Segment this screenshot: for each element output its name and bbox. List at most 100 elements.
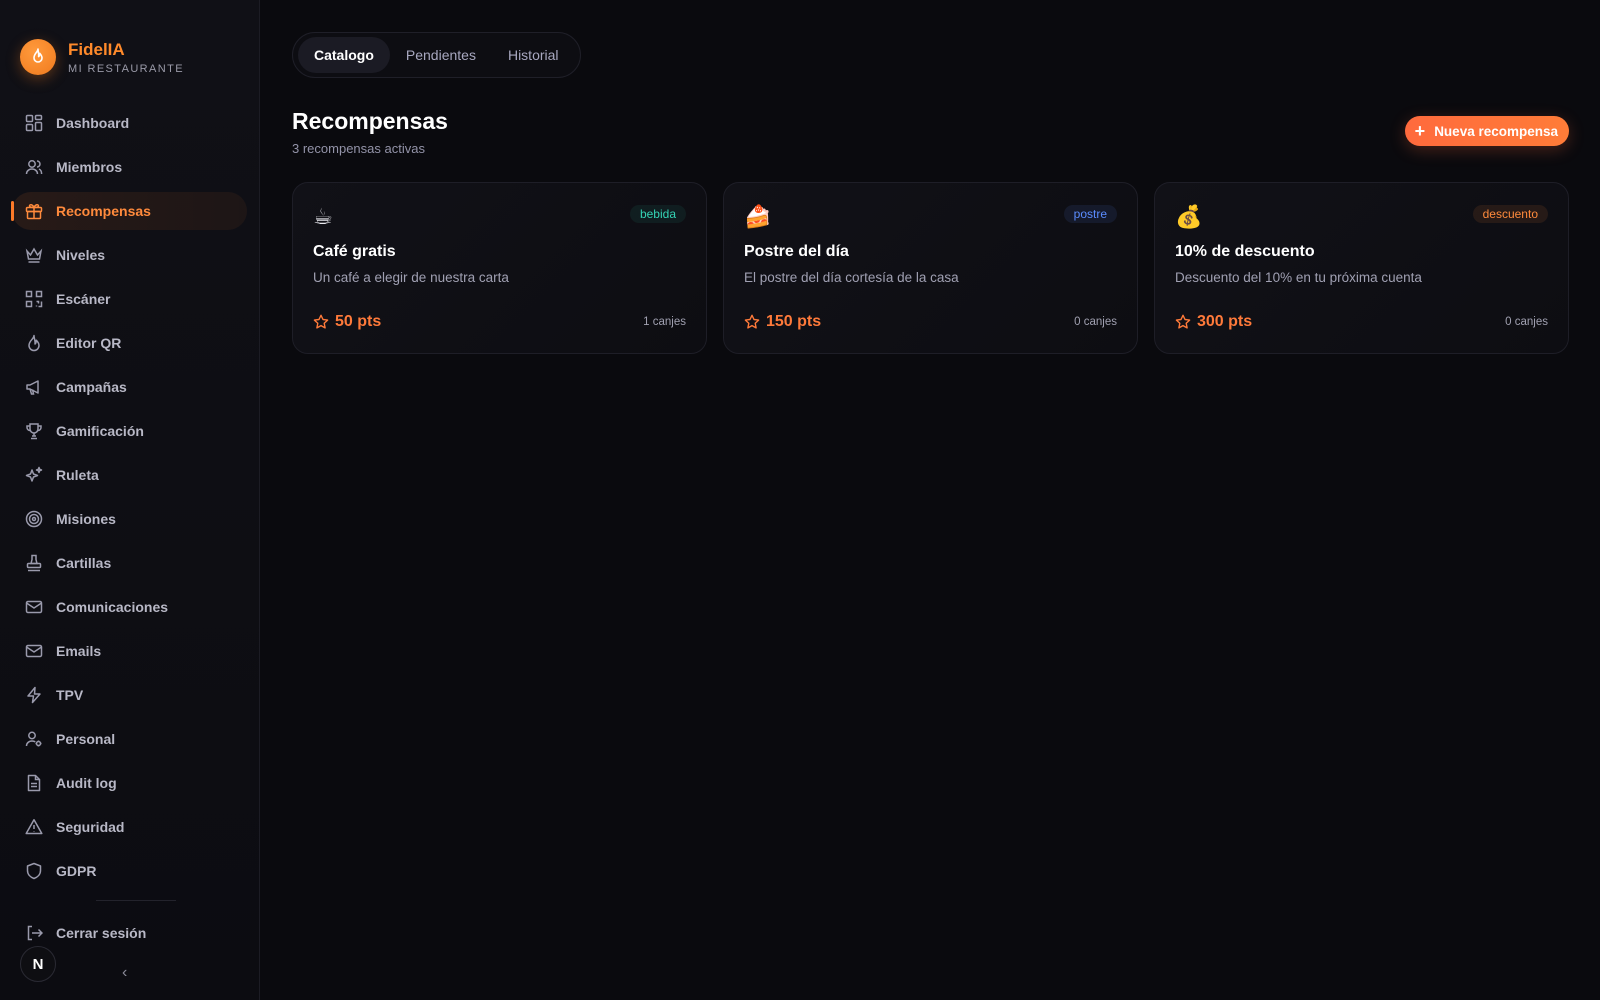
sidebar-item-label: Seguridad [56, 819, 125, 835]
qr-scan-icon [24, 289, 44, 309]
gift-icon [24, 201, 44, 221]
logout-button[interactable]: Cerrar sesión [12, 914, 248, 952]
sidebar-item-label: Ruleta [56, 467, 99, 483]
sidebar-item-label: Campañas [56, 379, 127, 395]
sparkles-icon [24, 465, 44, 485]
logout-icon [24, 923, 44, 943]
category-badge: postre [1063, 205, 1117, 223]
sidebar-item-label: Editor QR [56, 335, 122, 351]
sidebar-item-label: Cartillas [56, 555, 112, 571]
document-icon [24, 773, 44, 793]
sidebar-item-label: Gamificación [56, 423, 144, 439]
brand-subtitle: MI RESTAURANTE [68, 63, 184, 75]
sidebar-item-misiones[interactable]: Misiones [12, 500, 247, 538]
reward-card[interactable]: 💰 descuento 10% de descuento Descuento d… [1154, 182, 1569, 354]
sidebar-item-emails[interactable]: Emails [12, 632, 247, 670]
reward-description: Un café a elegir de nuestra carta [313, 270, 509, 285]
sidebar-item-personal[interactable]: Personal [12, 720, 247, 758]
reward-card[interactable]: 🍰 postre Postre del día El postre del dí… [723, 182, 1138, 354]
rewards-grid: ☕ bebida Café gratis Un café a elegir de… [292, 182, 1569, 354]
mail-icon [24, 597, 44, 617]
page-title: Recompensas [292, 108, 448, 134]
flame-icon [24, 333, 44, 353]
sidebar-item-label: Recompensas [56, 203, 151, 219]
logout-label: Cerrar sesión [56, 925, 147, 941]
tab-pendientes[interactable]: Pendientes [390, 37, 492, 73]
page-header: Recompensas 3 recompensas activas + Nuev… [292, 108, 1569, 156]
reward-title: Postre del día [744, 243, 849, 260]
target-icon [24, 509, 44, 529]
reward-description: Descuento del 10% en tu próxima cuenta [1175, 270, 1422, 285]
reward-title: Café gratis [313, 243, 396, 260]
new-reward-button[interactable]: + Nueva recompensa [1404, 116, 1569, 146]
brand-name: FidelIA [68, 40, 125, 59]
reward-points: 300 pts [1197, 313, 1253, 330]
sidebar-item-ruleta[interactable]: Ruleta [12, 456, 247, 494]
bolt-icon [24, 685, 44, 705]
tab-bar: Catalogo Pendientes Historial [292, 32, 581, 78]
main-content: Catalogo Pendientes Historial Recompensa… [260, 0, 1600, 1000]
warning-icon [24, 817, 44, 837]
reward-card[interactable]: ☕ bebida Café gratis Un café a elegir de… [292, 182, 707, 354]
sidebar-item-label: Escáner [56, 291, 111, 307]
trophy-icon [24, 421, 44, 441]
sidebar-item-label: Niveles [56, 247, 106, 263]
sidebar-item-dashboard[interactable]: Dashboard [12, 104, 247, 142]
sidebar-item-label: TPV [56, 687, 84, 703]
sidebar-item-comunicaciones[interactable]: Comunicaciones [12, 588, 247, 626]
sidebar-item-recompensas[interactable]: Recompensas [11, 192, 247, 230]
sidebar-item-escaner[interactable]: Escáner [12, 280, 247, 318]
reward-description: El postre del día cortesía de la casa [744, 270, 959, 285]
plus-icon: + [1414, 121, 1426, 141]
sidebar-item-label: Emails [56, 643, 102, 659]
user-gear-icon [24, 729, 44, 749]
sidebar-nav: Dashboard Miembros Recompensas Niveles E… [0, 90, 259, 890]
category-badge: bebida [629, 205, 686, 223]
sidebar-item-cartillas[interactable]: Cartillas [12, 544, 247, 582]
money-bag-icon: 💰 [1175, 204, 1203, 229]
star-icon [744, 314, 760, 330]
cake-icon: 🍰 [744, 204, 772, 229]
tab-historial[interactable]: Historial [492, 37, 575, 73]
sidebar-item-gamificacion[interactable]: Gamificación [12, 412, 247, 450]
avatar[interactable]: N [20, 946, 56, 982]
megaphone-icon [24, 377, 44, 397]
sidebar-divider [96, 900, 176, 901]
category-badge: descuento [1472, 205, 1548, 223]
stamp-icon [24, 553, 44, 573]
sidebar-item-gdpr[interactable]: GDPR [12, 852, 247, 890]
brand[interactable]: FidelIA MI RESTAURANTE [0, 0, 259, 90]
sidebar: FidelIA MI RESTAURANTE Dashboard Miembro… [0, 0, 260, 1000]
star-icon [1175, 314, 1191, 330]
coffee-icon: ☕ [313, 204, 333, 229]
sidebar-item-miembros[interactable]: Miembros [12, 148, 247, 186]
sidebar-item-tpv[interactable]: TPV [12, 676, 247, 714]
sidebar-item-niveles[interactable]: Niveles [12, 236, 247, 274]
dashboard-icon [24, 113, 44, 133]
sidebar-item-label: Personal [56, 731, 116, 747]
redemptions-count: 0 canjes [1074, 316, 1117, 328]
tab-catalogo[interactable]: Catalogo [298, 37, 390, 73]
collapse-sidebar-icon[interactable]: ‹ [122, 964, 127, 982]
sidebar-item-campanas[interactable]: Campañas [12, 368, 247, 406]
reward-points: 50 pts [335, 313, 382, 330]
sidebar-item-editor-qr[interactable]: Editor QR [12, 324, 247, 362]
users-icon [24, 157, 44, 177]
crown-icon [24, 245, 44, 265]
redemptions-count: 0 canjes [1505, 316, 1548, 328]
reward-points: 150 pts [766, 313, 822, 330]
reward-title: 10% de descuento [1175, 243, 1315, 260]
page-subtitle: 3 recompensas activas [292, 141, 425, 156]
flame-logo-icon [20, 39, 56, 75]
sidebar-item-label: GDPR [56, 863, 97, 879]
redemptions-count: 1 canjes [643, 316, 686, 328]
new-reward-label: Nueva recompensa [1434, 123, 1558, 139]
sidebar-item-label: Comunicaciones [56, 599, 169, 615]
sidebar-item-seguridad[interactable]: Seguridad [12, 808, 247, 846]
star-icon [313, 314, 329, 330]
mail-icon [24, 641, 44, 661]
sidebar-item-label: Dashboard [56, 115, 130, 131]
shield-icon [24, 861, 44, 881]
sidebar-item-audit-log[interactable]: Audit log [12, 764, 247, 802]
sidebar-item-label: Misiones [56, 511, 116, 527]
